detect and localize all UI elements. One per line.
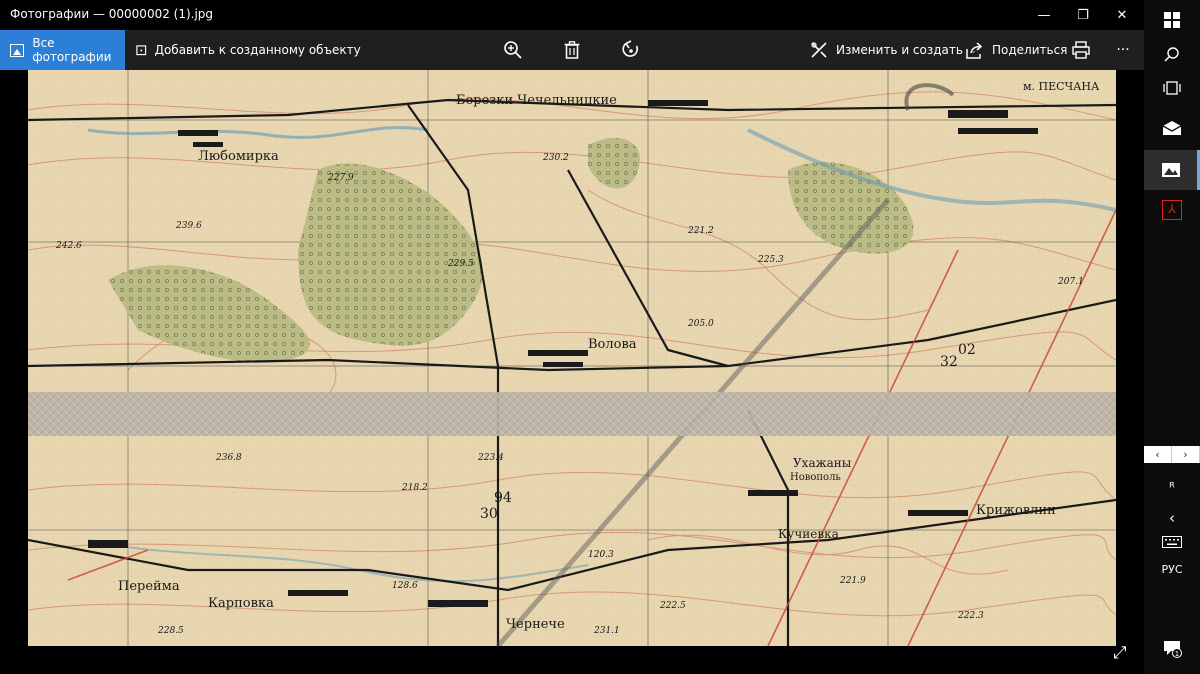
elevation-mark: 231.1 xyxy=(593,626,620,636)
more-icon: ··· xyxy=(1116,42,1130,58)
print-icon xyxy=(1072,41,1090,59)
map-label-ukhazhany: Ухажаны xyxy=(793,456,852,470)
elevation-mark: 230.2 xyxy=(542,153,569,163)
elevation-mark: 225.3 xyxy=(757,255,784,265)
elevation-mark: 205.0 xyxy=(687,319,714,329)
trash-icon xyxy=(564,41,580,59)
delete-button[interactable] xyxy=(562,30,582,70)
elevation-mark: 128.6 xyxy=(392,581,418,591)
edit-create-button[interactable]: Изменить и создать ⌄ xyxy=(810,30,977,70)
print-button[interactable] xyxy=(1071,30,1091,70)
mail-icon[interactable] xyxy=(1144,108,1200,148)
more-button[interactable]: ··· xyxy=(1113,30,1133,70)
map-label-krizhovlin: Крижовлин xyxy=(976,503,1056,518)
map-label-novopol: Новополь xyxy=(790,472,841,483)
elevation-mark: 242.6 xyxy=(55,241,82,251)
window-title: Фотографии — 00000002 (1).jpg xyxy=(10,7,214,21)
elevation-mark: 221.2 xyxy=(687,226,714,236)
elevation-mark: 222.3 xyxy=(957,611,984,621)
photos-icon[interactable] xyxy=(1144,150,1200,190)
map-label-karpovka: Карповка xyxy=(208,596,274,611)
map-label-lyubomirka: Любомирка xyxy=(198,149,279,164)
elevation-mark: 223.4 xyxy=(477,453,504,463)
map-label-kuchievka: Кучиевка xyxy=(778,527,839,541)
all-photos-label: Все фотографии xyxy=(32,36,112,64)
fullscreen-icon[interactable]: ⤢ xyxy=(1113,643,1127,663)
map-label-volova: Волова xyxy=(588,337,637,352)
all-photos-button[interactable]: Все фотографии xyxy=(0,30,125,70)
map-label-peschana: м. ПЕСЧАНА xyxy=(1023,80,1100,93)
map-label-cherneche: Чернече xyxy=(506,617,565,632)
elevation-mark: 236.8 xyxy=(215,453,242,463)
picture-icon xyxy=(10,43,25,57)
elevation-mark: 227.9 xyxy=(327,173,354,183)
title-bar: Фотографии — 00000002 (1).jpg — ❐ ✕ xyxy=(0,0,1144,30)
toolbar: Все фотографии ⊡ Добавить к созданному о… xyxy=(0,30,1144,70)
elevation-mark: 239.6 xyxy=(175,221,202,231)
notification-count: 1 xyxy=(1175,650,1179,658)
notification-icon[interactable]: 1 xyxy=(1144,628,1200,668)
edit-create-label: Изменить и создать xyxy=(836,43,963,57)
mail-glyph xyxy=(1162,121,1182,135)
map-label-pereima: Перейма xyxy=(118,579,180,594)
grid-number: 32 xyxy=(940,354,958,370)
elevation-mark: 207.1 xyxy=(1057,277,1084,287)
share-icon xyxy=(966,41,983,59)
map-label-berezki: Березки Чечельницкие xyxy=(456,93,617,108)
elevation-mark: 221.9 xyxy=(839,576,866,586)
photo-viewport[interactable]: Березки Чечельницкие Любомирка м. ПЕСЧАН… xyxy=(28,70,1116,646)
scroll-right-icon[interactable]: › xyxy=(1172,446,1200,463)
map-image: Березки Чечельницкие Любомирка м. ПЕСЧАН… xyxy=(28,70,1116,646)
zoom-button[interactable] xyxy=(502,30,524,70)
people-glyph: ᴿ xyxy=(1169,480,1175,496)
windows-logo xyxy=(1164,12,1180,28)
photos-glyph xyxy=(1161,163,1180,177)
keyboard-icon[interactable] xyxy=(1144,522,1200,562)
task-view-glyph xyxy=(1163,81,1181,95)
task-view-icon[interactable] xyxy=(1144,68,1200,108)
rotate-icon xyxy=(622,40,638,57)
share-button[interactable]: Поделиться xyxy=(966,30,1067,70)
scroll-left-icon[interactable]: ‹ xyxy=(1144,446,1172,463)
edit-icon xyxy=(811,42,827,58)
pdf-glyph: ⅄ xyxy=(1162,200,1182,220)
pdf-icon[interactable]: ⅄ xyxy=(1144,190,1200,230)
notification-glyph: 1 xyxy=(1164,641,1182,658)
language-indicator[interactable]: РУС xyxy=(1144,563,1200,576)
elevation-mark: 218.2 xyxy=(401,483,428,493)
grid-number: 30 xyxy=(480,506,498,522)
keyboard-glyph xyxy=(1162,536,1182,548)
add-to-creation-label: Добавить к созданному объекту xyxy=(154,43,361,57)
share-label: Поделиться xyxy=(992,43,1068,57)
grid-number: 94 xyxy=(494,490,512,506)
elevation-mark: 222.5 xyxy=(659,601,686,611)
rotate-button[interactable] xyxy=(620,30,642,70)
zoom-in-icon xyxy=(504,41,522,59)
close-icon[interactable]: ✕ xyxy=(1099,0,1145,30)
taskbar-scroll[interactable]: ‹ › xyxy=(1144,446,1200,463)
grid-number: 02 xyxy=(958,342,976,358)
search-glyph xyxy=(1164,47,1179,62)
photos-app-window: Фотографии — 00000002 (1).jpg — ❐ ✕ Все … xyxy=(0,0,1144,674)
add-to-creation-button[interactable]: ⊡ Добавить к созданному объекту xyxy=(135,30,361,70)
elevation-mark: 229.5 xyxy=(447,259,474,269)
elevation-mark: 120.3 xyxy=(588,550,614,560)
elevation-mark: 228.5 xyxy=(157,626,184,636)
add-to-album-icon: ⊡ xyxy=(135,41,148,59)
